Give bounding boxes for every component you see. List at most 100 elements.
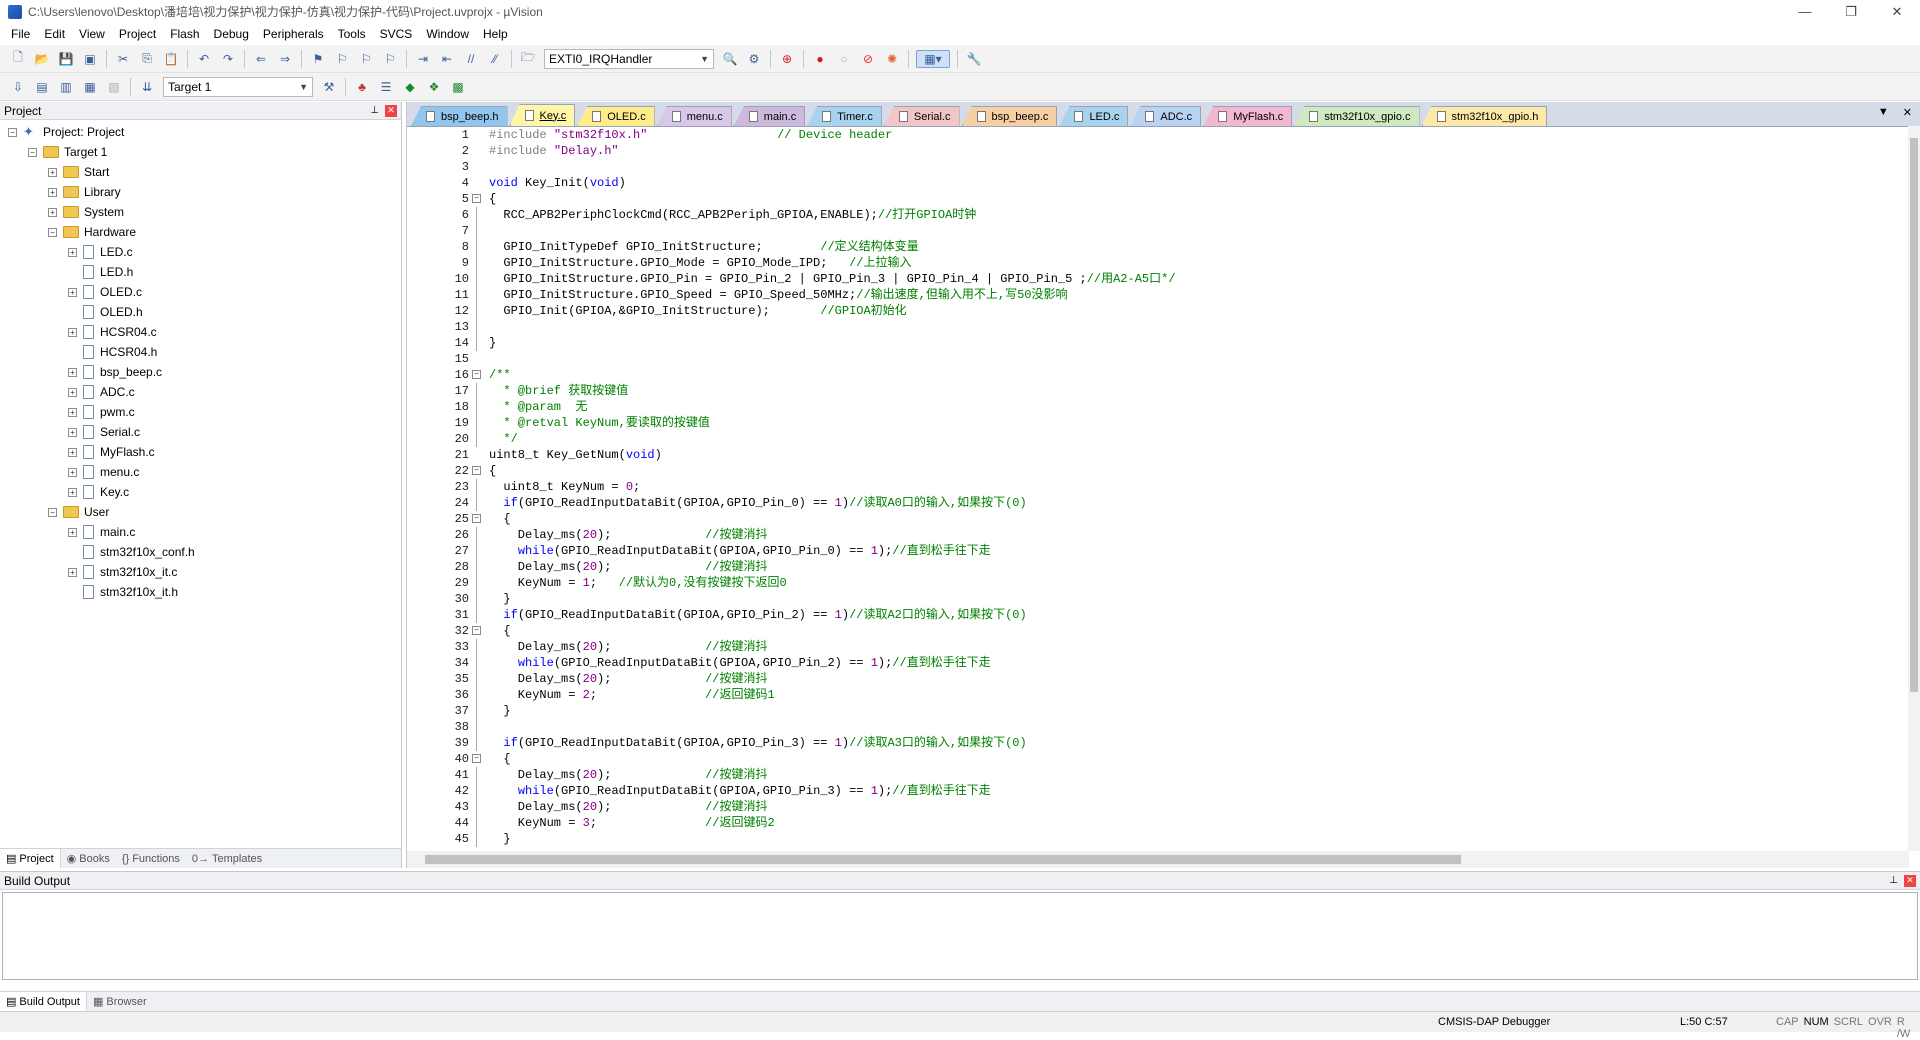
expand-toggle-icon[interactable]: + [68, 287, 77, 297]
menu-help[interactable]: Help [476, 27, 515, 41]
target-combo[interactable]: Target 1 ▼ [163, 76, 313, 97]
find-icon[interactable]: 🔍 [721, 50, 739, 68]
restore-icon[interactable]: ❐ [1828, 0, 1874, 23]
code-view[interactable]: 1 #include "stm32f10x.h" // Device header… [407, 126, 1909, 851]
tree-item-target[interactable]: − Target 1 [0, 142, 401, 162]
menu-flash[interactable]: Flash [163, 27, 206, 41]
vertical-scrollbar[interactable] [1908, 126, 1920, 851]
tree-group-hardware[interactable]: − Hardware [0, 222, 401, 242]
menu-project[interactable]: Project [112, 27, 163, 41]
window-layout-icon[interactable]: ▦▾ [916, 49, 950, 68]
scroll-thumb[interactable] [425, 855, 1461, 864]
enable-breakpoint-icon[interactable]: ○ [835, 50, 853, 68]
editor-tab[interactable]: Timer.c [807, 106, 882, 126]
function-combo[interactable]: EXTI0_IRQHandler ▼ [544, 48, 714, 69]
batch-build-icon[interactable]: ▦ [81, 78, 99, 96]
collapse-icon[interactable]: − [472, 466, 481, 475]
collapse-icon[interactable]: − [472, 514, 481, 523]
tree-file[interactable]: OLED.h [0, 302, 401, 322]
tree-file[interactable]: HCSR04.h [0, 342, 401, 362]
editor-tab[interactable]: stm32f10x_gpio.c [1294, 106, 1420, 126]
expand-toggle-icon[interactable]: + [68, 327, 77, 337]
save-icon[interactable]: 💾 [57, 50, 75, 68]
tree-file[interactable]: + Serial.c [0, 422, 401, 442]
debug-session-icon[interactable]: ⊕ [778, 50, 796, 68]
menu-edit[interactable]: Edit [37, 27, 72, 41]
expand-toggle-icon[interactable]: + [68, 407, 77, 417]
panel-tab-functions[interactable]: {} Functions [116, 849, 186, 868]
translate-icon[interactable]: ⇩ [9, 78, 27, 96]
navigate-back-icon[interactable]: ⇐ [252, 50, 270, 68]
build-tab-browser[interactable]: ▦ Browser [87, 992, 153, 1011]
editor-tab[interactable]: Serial.c [883, 106, 960, 126]
expand-toggle-icon[interactable]: + [68, 247, 77, 257]
uncomment-icon[interactable]: ⁄⁄ [486, 50, 504, 68]
navigate-forward-icon[interactable]: ⇒ [276, 50, 294, 68]
run-time-environment-icon[interactable]: ▩ [449, 78, 467, 96]
tree-item-project[interactable]: − ✦ Project: Project [0, 122, 401, 142]
editor-tab[interactable]: bsp_beep.c [961, 106, 1058, 126]
tree-file[interactable]: + stm32f10x_it.c [0, 562, 401, 582]
expand-toggle-icon[interactable]: + [68, 467, 77, 477]
tab-list-icon[interactable]: ▼ [1878, 106, 1889, 119]
incremental-find-icon[interactable]: ⚙ [745, 50, 763, 68]
expand-toggle-icon[interactable]: − [48, 227, 57, 237]
expand-toggle-icon[interactable]: + [48, 207, 57, 217]
panel-tab-project[interactable]: ▤ Project [0, 849, 61, 868]
tree-file[interactable]: + OLED.c [0, 282, 401, 302]
menu-view[interactable]: View [72, 27, 112, 41]
open-folder-icon[interactable]: 📂 [33, 50, 51, 68]
close-icon[interactable]: ✕ [1903, 106, 1912, 119]
close-icon[interactable]: ✕ [1904, 874, 1916, 887]
collapse-icon[interactable]: − [472, 194, 481, 203]
tree-group-start[interactable]: + Start [0, 162, 401, 182]
tree-file[interactable]: LED.h [0, 262, 401, 282]
expand-toggle-icon[interactable]: + [68, 387, 77, 397]
expand-toggle-icon[interactable]: + [48, 187, 57, 197]
close-icon[interactable]: ✕ [1874, 0, 1920, 23]
editor-tab[interactable]: LED.c [1059, 106, 1129, 126]
expand-toggle-icon[interactable]: + [48, 167, 57, 177]
collapse-icon[interactable]: − [472, 626, 481, 635]
undo-icon[interactable]: ↶ [195, 50, 213, 68]
indent-icon[interactable]: ⇥ [414, 50, 432, 68]
build-tab-build-output[interactable]: ▤ Build Output [0, 992, 87, 1011]
menu-file[interactable]: File [4, 27, 37, 41]
tree-file[interactable]: + menu.c [0, 462, 401, 482]
copy-icon[interactable]: ⎘ [138, 50, 156, 68]
expand-toggle-icon[interactable]: + [68, 427, 77, 437]
menu-window[interactable]: Window [419, 27, 476, 41]
manage-project-items-icon[interactable]: ☰ [377, 78, 395, 96]
menu-debug[interactable]: Debug [207, 27, 256, 41]
tree-group-library[interactable]: + Library [0, 182, 401, 202]
expand-toggle-icon[interactable]: − [28, 147, 37, 157]
bookmark-icon[interactable]: ⚑ [309, 50, 327, 68]
menu-peripherals[interactable]: Peripherals [256, 27, 331, 41]
build-icon[interactable]: ▤ [33, 78, 51, 96]
cut-icon[interactable]: ✂ [114, 50, 132, 68]
prev-bookmark-icon[interactable]: ⚐ [333, 50, 351, 68]
tree-file[interactable]: stm32f10x_conf.h [0, 542, 401, 562]
tree-file[interactable]: + MyFlash.c [0, 442, 401, 462]
pack-installer-icon[interactable]: ❖ [425, 78, 443, 96]
horizontal-scrollbar[interactable] [407, 851, 1909, 868]
rebuild-icon[interactable]: ▥ [57, 78, 75, 96]
collapse-icon[interactable]: − [472, 370, 481, 379]
disable-breakpoints-icon[interactable]: ⊘ [859, 50, 877, 68]
collapse-icon[interactable]: − [472, 754, 481, 763]
expand-toggle-icon[interactable]: + [68, 487, 77, 497]
next-bookmark-icon[interactable]: ⚐ [357, 50, 375, 68]
clear-bookmarks-icon[interactable]: ⚐ [381, 50, 399, 68]
editor-tab[interactable]: bsp_beep.h [411, 106, 508, 126]
pin-icon[interactable]: ⊥ [1889, 875, 1898, 887]
stop-build-icon[interactable]: ▧ [105, 78, 123, 96]
find-in-files-icon[interactable]: 🗁 [519, 50, 537, 68]
panel-tab-templates[interactable]: 0→ Templates [186, 849, 268, 868]
manage-components-icon[interactable]: ♣ [353, 78, 371, 96]
tree-group-user[interactable]: − User [0, 502, 401, 522]
editor-tab[interactable]: ADC.c [1130, 106, 1202, 126]
panel-tab-books[interactable]: ◉ Books [61, 849, 116, 868]
tree-file[interactable]: + HCSR04.c [0, 322, 401, 342]
scroll-thumb[interactable] [1910, 138, 1918, 692]
select-packs-icon[interactable]: ◆ [401, 78, 419, 96]
